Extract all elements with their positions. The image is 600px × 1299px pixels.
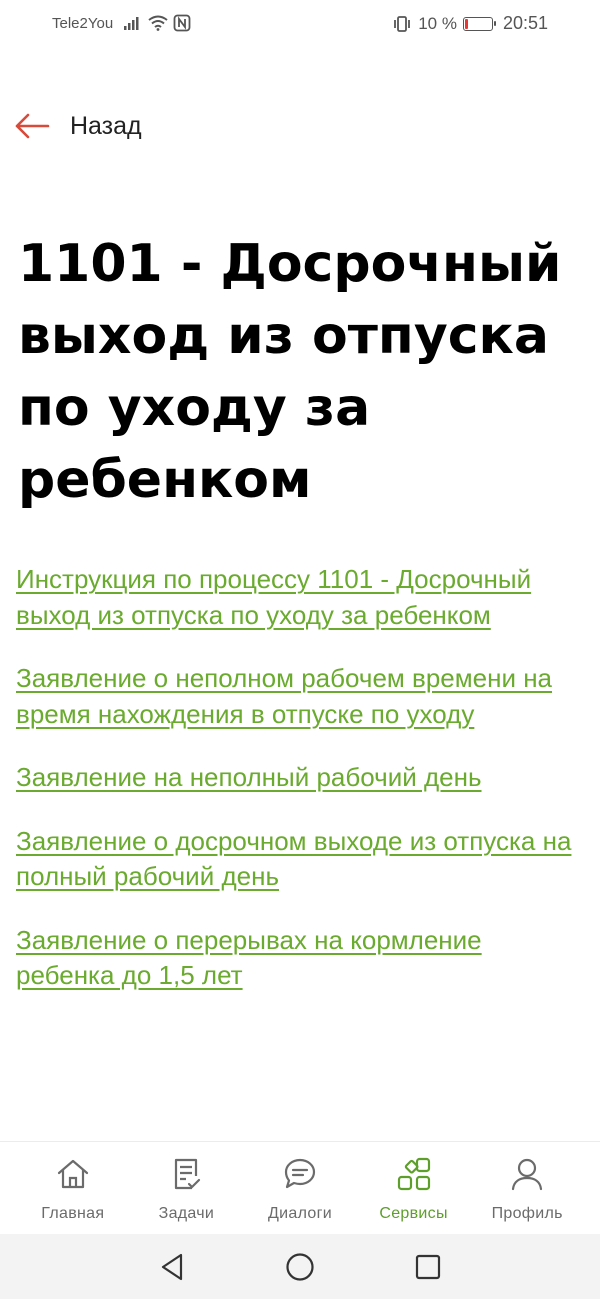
part-time-during-leave-application-link[interactable]: Заявление о неполном рабочем времени на …: [16, 661, 586, 732]
nav-item-tasks[interactable]: Задачи: [134, 1142, 238, 1234]
wifi-icon: [148, 15, 168, 31]
home-circle-icon[interactable]: [282, 1249, 318, 1285]
battery-icon: [462, 16, 496, 31]
document-links: Инструкция по процессу 1101 - Досрочный …: [16, 562, 586, 1022]
battery-fill: [464, 18, 468, 29]
nav-item-home[interactable]: Главная: [21, 1142, 125, 1234]
recents-square-icon[interactable]: [410, 1249, 446, 1285]
nav-label-tasks: Задачи: [158, 1205, 215, 1222]
nav-item-dialogs[interactable]: Диалоги: [248, 1142, 352, 1234]
arrow-left-icon: [15, 113, 50, 139]
nav-label-services: Сервисы: [379, 1205, 448, 1222]
part-time-day-application-link[interactable]: Заявление на неполный рабочий день: [16, 760, 586, 796]
nav-label-dialogs: Диалоги: [268, 1205, 332, 1222]
nav-label-home: Главная: [41, 1205, 105, 1222]
instruction-link[interactable]: Инструкция по процессу 1101 - Досрочный …: [16, 562, 586, 633]
bottom-navigation: Главная Задачи Диалоги Сервисы Профиль: [0, 1141, 600, 1234]
back-button[interactable]: Назад: [14, 106, 142, 146]
signal-icon: [124, 17, 139, 30]
nfc-icon: [173, 14, 191, 32]
nav-item-profile[interactable]: Профиль: [475, 1142, 579, 1234]
services-icon: [396, 1156, 432, 1192]
status-left: Tele2You: [52, 14, 191, 32]
feeding-breaks-application-link[interactable]: Заявление о перерывах на кормление ребен…: [16, 923, 586, 994]
back-label: Назад: [70, 111, 142, 140]
signal-icons: [123, 14, 191, 32]
status-right: 10 % 20:51: [392, 13, 548, 34]
vibrate-icon: [394, 15, 411, 32]
clock: 20:51: [502, 13, 548, 33]
battery-percent: 10 %: [418, 13, 457, 33]
back-triangle-icon[interactable]: [154, 1249, 190, 1285]
carrier-name: Tele2You: [52, 14, 114, 32]
tasks-icon: [168, 1156, 204, 1192]
home-icon: [55, 1156, 91, 1192]
status-bar: Tele2You 10 % 20:51: [0, 0, 600, 48]
nav-label-profile: Профиль: [491, 1205, 563, 1222]
page-title: 1101 - Досрочный выход из отпуска по ухо…: [18, 234, 562, 510]
profile-icon: [509, 1156, 545, 1192]
early-return-full-day-application-link[interactable]: Заявление о досрочном выходе из отпуска …: [16, 824, 586, 895]
nav-item-services[interactable]: Сервисы: [362, 1142, 466, 1234]
system-navigation-bar: [0, 1234, 600, 1299]
chat-icon: [282, 1156, 318, 1192]
